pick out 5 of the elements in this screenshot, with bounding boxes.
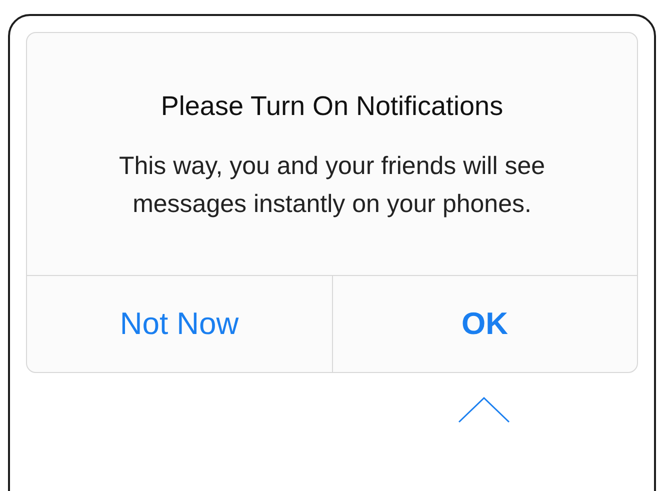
alert-button[interactable]: OK [332,276,637,372]
alert-message: This way, you and your friends will see messages instantly on your phones. [118,151,546,220]
chevron-up-icon[interactable] [458,397,510,423]
alert-button[interactable]: Not Now [27,276,332,372]
alert-title: Please Turn On Notifications [160,90,504,123]
